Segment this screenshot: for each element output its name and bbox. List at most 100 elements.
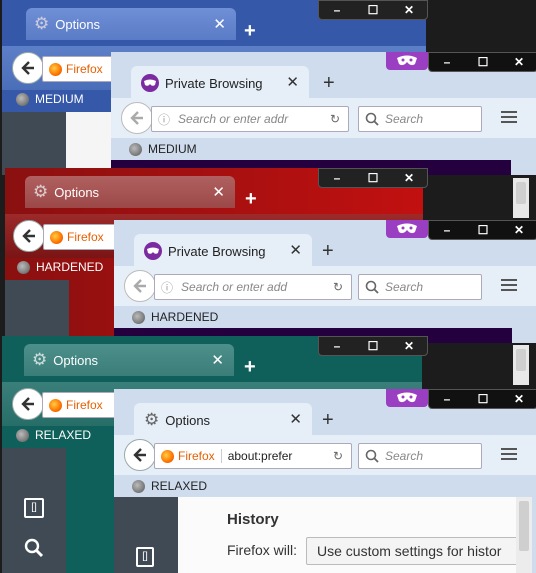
- gear-icon: ⚙: [33, 182, 49, 201]
- scrollbar[interactable]: [513, 345, 529, 385]
- search-bar[interactable]: Search: [358, 106, 482, 132]
- sync-icon[interactable]: []: [24, 498, 44, 518]
- maximize-button[interactable]: ☐: [465, 390, 501, 408]
- reload-icon[interactable]: ↻: [333, 280, 343, 294]
- close-button[interactable]: ✕: [391, 337, 427, 355]
- new-tab-button[interactable]: +: [244, 20, 256, 43]
- url-bar[interactable]: Firefox about:prefer ↻: [154, 443, 352, 469]
- reload-icon[interactable]: ↻: [328, 449, 343, 463]
- tab-options[interactable]: ⚙ Options ✕: [24, 344, 234, 376]
- back-button[interactable]: [13, 220, 45, 252]
- back-button[interactable]: [12, 52, 44, 84]
- hamburger-menu-icon[interactable]: [501, 108, 517, 126]
- nav-bar: Firefox about:prefer ↻ Search: [114, 435, 536, 475]
- search-icon: [365, 112, 379, 126]
- search-placeholder: Search: [385, 280, 424, 294]
- url-bar[interactable]: ⓘ Search or enter add ↻: [154, 274, 352, 300]
- hamburger-menu-icon[interactable]: [501, 445, 517, 463]
- private-indicator: [386, 52, 428, 70]
- tab-label: Options: [55, 16, 101, 32]
- minimize-button[interactable]: –: [429, 221, 465, 239]
- url-placeholder: Search or enter addr: [178, 112, 289, 126]
- new-tab-button[interactable]: +: [323, 72, 335, 95]
- maximize-button[interactable]: ☐: [465, 53, 501, 71]
- globe-icon: [132, 479, 145, 493]
- gear-icon: ⚙: [144, 410, 160, 429]
- window-controls: – ☐ ✕: [318, 336, 428, 356]
- profile-bar: MEDIUM: [16, 92, 84, 106]
- maximize-button[interactable]: ☐: [355, 169, 391, 187]
- private-mask-icon: [144, 242, 162, 260]
- close-tab-icon[interactable]: ✕: [289, 241, 302, 259]
- globe-icon: [16, 428, 29, 442]
- firefox-icon: [49, 62, 62, 76]
- maximize-button[interactable]: ☐: [355, 337, 391, 355]
- minimize-button[interactable]: –: [429, 390, 465, 408]
- profile-label: RELAXED: [35, 428, 92, 442]
- sync-icon[interactable]: []: [136, 547, 154, 567]
- tab-private-browsing[interactable]: Private Browsing ✕: [134, 234, 312, 268]
- back-arrow-icon: [133, 279, 146, 293]
- private-indicator: [386, 389, 428, 407]
- globe-icon: [129, 142, 142, 156]
- back-button[interactable]: [124, 270, 156, 302]
- close-button[interactable]: ✕: [391, 1, 427, 19]
- close-button[interactable]: ✕: [501, 221, 536, 239]
- close-button[interactable]: ✕: [501, 53, 536, 71]
- profile-label: MEDIUM: [148, 142, 197, 156]
- tab-label: Options: [54, 184, 100, 200]
- close-tab-icon[interactable]: ✕: [289, 410, 302, 428]
- minimize-button[interactable]: –: [319, 337, 355, 355]
- globe-icon: [17, 260, 30, 274]
- private-mask-icon: [397, 55, 417, 66]
- back-button[interactable]: [121, 102, 153, 134]
- back-arrow-icon: [130, 111, 143, 125]
- front-window-relaxed: ⚙ Options ✕ + Firefox about:prefer ↻ Sea…: [114, 389, 536, 573]
- profile-bar: HARDENED: [17, 260, 103, 274]
- close-tab-icon[interactable]: ✕: [211, 351, 224, 369]
- minimize-button[interactable]: –: [429, 53, 465, 71]
- nav-bar: ⓘ Search or enter add ↻ Search: [114, 266, 536, 306]
- close-tab-icon[interactable]: ✕: [286, 73, 299, 91]
- profile-bar: HARDENED: [132, 310, 218, 324]
- close-button[interactable]: ✕: [501, 390, 536, 408]
- new-tab-button[interactable]: +: [322, 240, 334, 263]
- tab-options[interactable]: ⚙ Options ✕: [25, 176, 235, 208]
- minimize-button[interactable]: –: [319, 169, 355, 187]
- private-mask-icon: [397, 223, 417, 234]
- new-tab-button[interactable]: +: [245, 188, 257, 211]
- new-tab-button[interactable]: +: [244, 356, 256, 379]
- nav-bar: ⓘ Search or enter addr ↻ Search: [111, 98, 536, 138]
- scrollbar[interactable]: [516, 497, 532, 573]
- maximize-button[interactable]: ☐: [465, 221, 501, 239]
- reload-icon[interactable]: ↻: [330, 112, 340, 126]
- window-controls: – ☐ ✕: [428, 52, 536, 72]
- close-tab-icon[interactable]: ✕: [212, 183, 225, 201]
- url-bar[interactable]: ⓘ Search or enter addr ↻: [151, 106, 349, 132]
- back-button[interactable]: [12, 388, 44, 420]
- search-bar[interactable]: Search: [358, 443, 482, 469]
- firefox-icon: [49, 398, 62, 412]
- scrollbar[interactable]: [513, 178, 529, 218]
- close-tab-icon[interactable]: ✕: [213, 15, 226, 33]
- tab-private-browsing[interactable]: Private Browsing ✕: [131, 66, 309, 100]
- gear-icon: ⚙: [34, 14, 50, 33]
- window-controls: – ☐ ✕: [428, 220, 536, 240]
- minimize-button[interactable]: –: [319, 1, 355, 19]
- profile-label: HARDENED: [36, 260, 104, 274]
- hamburger-menu-icon[interactable]: [501, 276, 517, 294]
- back-button[interactable]: [124, 439, 156, 471]
- private-indicator: [386, 220, 428, 238]
- search-icon[interactable]: [24, 538, 44, 558]
- tab-options[interactable]: ⚙ Options ✕: [26, 8, 236, 40]
- history-select[interactable]: Use custom settings for histor: [306, 537, 518, 565]
- maximize-button[interactable]: ☐: [355, 1, 391, 19]
- tab-options-front[interactable]: ⚙ Options ✕: [134, 403, 312, 437]
- tab-label: Private Browsing: [168, 243, 266, 259]
- search-bar[interactable]: Search: [358, 274, 482, 300]
- new-tab-button[interactable]: +: [322, 409, 334, 432]
- profile-bar: RELAXED: [16, 428, 91, 442]
- history-heading: History: [227, 511, 279, 528]
- close-button[interactable]: ✕: [391, 169, 427, 187]
- search-icon: [365, 280, 379, 294]
